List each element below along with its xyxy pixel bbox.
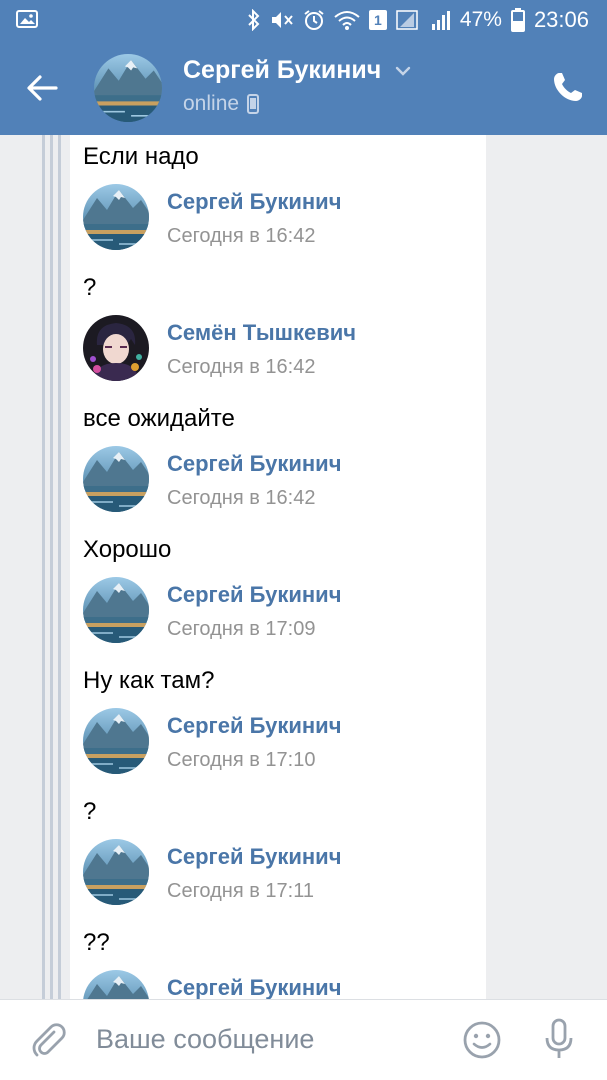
bluetooth-icon — [248, 9, 260, 31]
author-avatar[interactable] — [83, 708, 149, 774]
contact-avatar[interactable] — [94, 54, 162, 122]
message-timestamp: Сегодня в 16:42 — [167, 356, 316, 378]
thread-line — [50, 135, 53, 999]
message-input[interactable] — [96, 1024, 436, 1055]
chevron-down-icon[interactable] — [394, 62, 412, 80]
message-text[interactable]: ? — [83, 274, 96, 302]
battery-percent: 47% — [459, 8, 502, 31]
message-text[interactable]: ?? — [83, 929, 110, 957]
author-name[interactable]: Сергей Букинич — [167, 451, 341, 477]
message-text[interactable]: все ожидайте — [83, 405, 235, 433]
wifi-icon — [334, 11, 360, 30]
author-avatar[interactable] — [83, 446, 149, 512]
message-text[interactable]: Если надо — [83, 143, 199, 171]
message-timestamp: Сегодня в 17:11 — [167, 880, 314, 902]
top-bar: 1 47% 23:06 Сергей Букинич online — [0, 0, 607, 135]
image-icon — [16, 10, 38, 28]
message-text[interactable]: Хорошо — [83, 536, 171, 564]
message-timestamp: Сегодня в 16:42 — [167, 487, 316, 509]
phone-icon[interactable] — [551, 70, 585, 104]
author-name[interactable]: Сергей Букинич — [167, 844, 341, 870]
author-name[interactable]: Сергей Букинич — [167, 713, 341, 739]
battery-icon — [510, 8, 525, 32]
mountain-lake-avatar-image — [94, 54, 162, 122]
author-name[interactable]: Сергей Букинич — [167, 189, 341, 215]
author-avatar[interactable] — [83, 577, 149, 643]
emoji-icon[interactable] — [462, 1020, 502, 1060]
signal-icon — [396, 10, 418, 30]
signal-bars-icon — [431, 11, 450, 30]
paperclip-icon[interactable] — [28, 1020, 68, 1060]
status-bar: 1 47% 23:06 — [0, 0, 607, 40]
microphone-icon[interactable] — [543, 1018, 575, 1060]
author-avatar[interactable] — [83, 315, 149, 381]
message-text[interactable]: Ну как там? — [83, 667, 214, 695]
alarm-icon — [304, 10, 324, 30]
clock: 23:06 — [533, 7, 589, 32]
mountain-lake-avatar-image — [83, 708, 149, 774]
message-history[interactable]: Если надо Сергей Букинич Сегодня в 16:42? С… — [0, 135, 607, 999]
mountain-lake-avatar-image — [83, 839, 149, 905]
message-timestamp: Сегодня в 17:09 — [167, 618, 316, 640]
contact-status: online — [183, 92, 260, 116]
sim-badge: 1 — [368, 10, 387, 30]
mountain-lake-avatar-image — [83, 446, 149, 512]
mountain-lake-avatar-image — [83, 577, 149, 643]
mute-icon — [271, 12, 293, 28]
author-avatar[interactable] — [83, 839, 149, 905]
back-button[interactable] — [22, 68, 62, 108]
message-composer — [0, 999, 607, 1080]
thread-line — [58, 135, 61, 999]
mobile-icon — [247, 94, 260, 114]
status-right: 1 47% 23:06 — [247, 6, 589, 34]
message-text[interactable]: ? — [83, 798, 96, 826]
author-avatar[interactable] — [83, 184, 149, 250]
author-name[interactable]: Семён Тышкевич — [167, 320, 356, 346]
arrow-left-icon — [27, 75, 58, 101]
message-timestamp: Сегодня в 16:42 — [167, 225, 316, 247]
contact-name[interactable]: Сергей Букинич — [183, 56, 381, 85]
thread-line — [42, 135, 45, 999]
anime-portrait-avatar-image — [83, 315, 149, 381]
chat-header: Сергей Букинич online — [0, 40, 607, 135]
mountain-lake-avatar-image — [83, 184, 149, 250]
message-timestamp: Сегодня в 17:10 — [167, 749, 316, 771]
online-status-text: online — [183, 92, 240, 115]
author-name[interactable]: Сергей Букинич — [167, 975, 341, 999]
author-name[interactable]: Сергей Букинич — [167, 582, 341, 608]
